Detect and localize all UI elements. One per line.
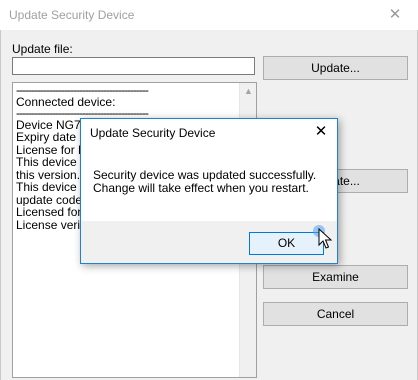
update-browse-button[interactable]: Update... [263,56,408,80]
window-border-left [0,30,1,380]
main-close-icon[interactable]: ✕ [385,6,405,26]
examine-button[interactable]: Examine [263,265,408,289]
update-file-label: Update file: [12,42,73,56]
dialog-title: Update Security Device [90,126,216,140]
scroll-up-arrow-icon[interactable]: ▲ [240,83,256,100]
message-dialog: Update Security Device ✕ Security device… [80,118,338,264]
log-line: Connected device: [16,96,116,109]
dialog-message: Security device was updated successfully… [93,169,329,195]
mouse-cursor-icon [313,225,333,249]
dialog-body: Security device was updated successfully… [81,149,337,221]
log-separator: ----------------------------------------… [16,108,149,119]
log-separator: ----------------------------------------… [16,86,149,96]
update-file-input[interactable] [12,57,255,75]
dialog-footer: OK [81,221,337,263]
dialog-message-line: Change will take effect when you restart… [93,181,309,195]
cancel-button[interactable]: Cancel [263,302,408,326]
dialog-close-icon[interactable]: ✕ [312,123,330,141]
main-window-title: Update Security Device [9,8,135,22]
